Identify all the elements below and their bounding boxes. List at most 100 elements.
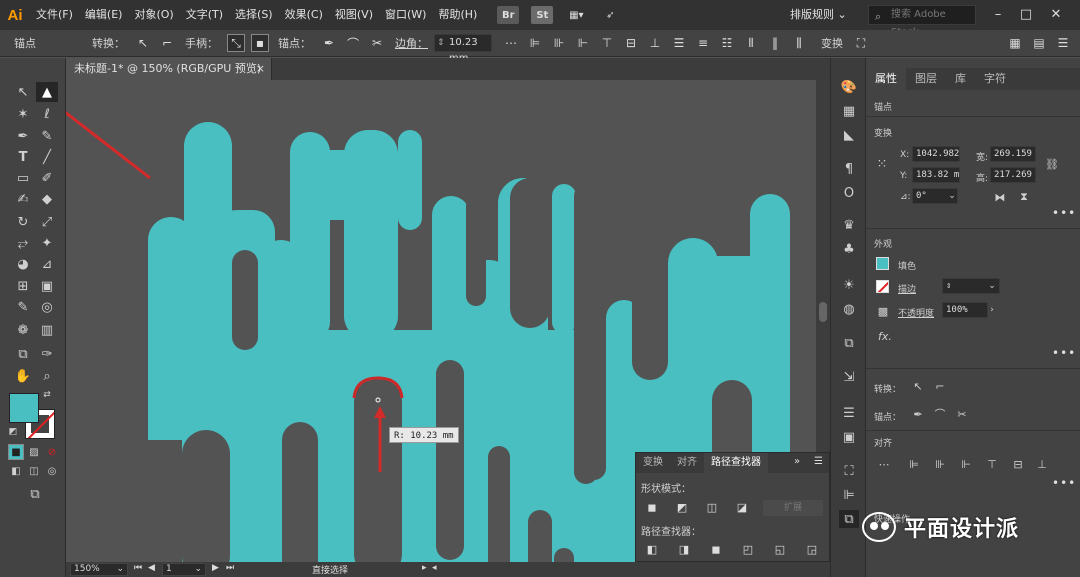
gradient-tool-icon[interactable]: ▣ bbox=[36, 276, 58, 296]
paintbrush-tool-icon[interactable]: ✐ bbox=[36, 168, 58, 188]
next-artboard-icon[interactable]: ▶ bbox=[212, 563, 219, 573]
distribute-hcenter-icon[interactable]: ‖ bbox=[766, 34, 784, 52]
intersect-icon[interactable]: ◫ bbox=[704, 499, 720, 515]
distribute-vcenter-icon[interactable]: ≡ bbox=[694, 34, 712, 52]
stepper-icon[interactable]: ⇕ bbox=[437, 35, 445, 51]
status-menu-icon[interactable]: ▸ bbox=[422, 563, 427, 573]
close-document-icon[interactable]: × bbox=[256, 58, 265, 80]
align-hcenter-icon[interactable]: ⊪ bbox=[932, 456, 948, 472]
swatches-panel-icon[interactable]: ▦ bbox=[839, 102, 859, 120]
perspective-grid-tool-icon[interactable]: ⊿ bbox=[36, 254, 58, 274]
shape-builder-tool-icon[interactable]: ◕ bbox=[12, 254, 34, 274]
scroll-left-icon[interactable]: ◂ bbox=[432, 563, 437, 573]
stroke-panel-icon[interactable]: ☰ bbox=[839, 404, 859, 422]
trim-icon[interactable]: ◨ bbox=[676, 541, 692, 557]
artboard-tool-icon[interactable]: ⧉ bbox=[12, 344, 34, 364]
distribute-top-icon[interactable]: ☰ bbox=[670, 34, 688, 52]
align-vcenter-icon[interactable]: ⊟ bbox=[622, 34, 640, 52]
swap-fill-stroke-icon[interactable]: ⇄ bbox=[40, 388, 54, 402]
menu-window[interactable]: 窗口(W) bbox=[379, 0, 432, 30]
menu-file[interactable]: 文件(F) bbox=[30, 0, 79, 30]
align-panel-icon[interactable]: ⊫ bbox=[839, 486, 859, 504]
close-window-icon[interactable]: ✕ bbox=[1046, 5, 1066, 25]
flip-horizontal-icon[interactable]: ⧓ bbox=[992, 189, 1008, 205]
opacity-input[interactable]: 100% bbox=[942, 302, 988, 318]
curvature-tool-icon[interactable]: ✎ bbox=[36, 126, 58, 146]
magic-wand-tool-icon[interactable]: ✶ bbox=[12, 104, 34, 124]
maximize-icon[interactable]: □ bbox=[1016, 5, 1036, 25]
align-hcenter-icon[interactable]: ⊪ bbox=[550, 34, 568, 52]
draw-behind-icon[interactable]: ◫ bbox=[26, 463, 42, 479]
corner-radius-input[interactable]: ⇕10.23 mm bbox=[434, 34, 492, 64]
divide-icon[interactable]: ◧ bbox=[644, 541, 660, 557]
color-guide-icon[interactable]: ◣ bbox=[839, 126, 859, 144]
crop-icon[interactable]: ◰ bbox=[740, 541, 756, 557]
eyedropper-tool-icon[interactable]: ✎ bbox=[12, 297, 34, 317]
distribute-right-icon[interactable]: ⫼ bbox=[790, 34, 808, 52]
control-menu-icon[interactable]: ☰ bbox=[1054, 34, 1072, 52]
arrange-icon[interactable]: ▦ bbox=[1006, 34, 1024, 52]
width-input[interactable]: 269.159 bbox=[990, 146, 1036, 162]
isolate-icon[interactable]: ✂ bbox=[368, 34, 386, 52]
prev-artboard-icon[interactable]: ◀ bbox=[148, 563, 155, 573]
gradient-mode-icon[interactable]: ▨ bbox=[26, 444, 42, 460]
fx-button[interactable]: fx. bbox=[878, 330, 892, 343]
menu-view[interactable]: 视图(V) bbox=[329, 0, 379, 30]
align-left-icon[interactable]: ⊫ bbox=[526, 34, 544, 52]
artboard-select[interactable]: 1 ⌄ bbox=[162, 563, 206, 576]
flip-vertical-icon[interactable]: ⧗ bbox=[1016, 189, 1032, 205]
distribute-bottom-icon[interactable]: ☷ bbox=[718, 34, 736, 52]
more-options-icon[interactable]: ••• bbox=[1052, 206, 1076, 220]
gpu-rocket-icon[interactable]: ➶ bbox=[599, 6, 621, 24]
fill-swatch[interactable] bbox=[876, 257, 889, 270]
minimize-icon[interactable]: – bbox=[988, 5, 1008, 25]
align-top-icon[interactable]: ⊤ bbox=[598, 34, 616, 52]
convert-smooth-icon[interactable]: ⌐ bbox=[158, 34, 176, 52]
fill-color-swatch[interactable] bbox=[9, 393, 39, 423]
symbol-sprayer-tool-icon[interactable]: ❁ bbox=[12, 320, 34, 340]
paragraph-panel-icon[interactable]: ¶ bbox=[839, 160, 859, 178]
distribute-left-icon[interactable]: ⦀ bbox=[742, 34, 760, 52]
menu-object[interactable]: 对象(O) bbox=[128, 0, 179, 30]
workspace-switcher[interactable]: 排版规则 ⌄ bbox=[786, 5, 851, 25]
pen-tool-icon[interactable]: ✒ bbox=[12, 126, 34, 146]
rectangle-tool-icon[interactable]: ▭ bbox=[12, 168, 34, 188]
merge-icon[interactable]: ◼ bbox=[708, 541, 724, 557]
transform-panel-icon[interactable]: ⛶ bbox=[839, 462, 859, 480]
panel-toggle-icon[interactable]: ▤ bbox=[1030, 34, 1048, 52]
zoom-tool-icon[interactable]: ⌕ bbox=[36, 366, 58, 386]
control-corner-label[interactable]: 边角： bbox=[389, 35, 434, 51]
screen-mode-icon[interactable]: ⧉ bbox=[24, 484, 46, 504]
none-mode-icon[interactable]: ⊘ bbox=[44, 444, 60, 460]
exclude-icon[interactable]: ◪ bbox=[734, 499, 750, 515]
menu-effect[interactable]: 效果(C) bbox=[279, 0, 329, 30]
graphic-styles-icon[interactable]: ◍ bbox=[839, 300, 859, 318]
align-left-icon[interactable]: ⊫ bbox=[906, 456, 922, 472]
tab-libraries[interactable]: 库 bbox=[946, 68, 975, 90]
reference-point-icon[interactable]: ⁙ bbox=[874, 156, 890, 172]
transform-icon[interactable]: ⛶ bbox=[852, 34, 870, 52]
stock-search-input[interactable]: ⌕ 搜索 Adobe Stock bbox=[868, 5, 976, 38]
height-input[interactable]: 217.269 bbox=[990, 167, 1036, 183]
chevron-right-icon[interactable]: › bbox=[984, 302, 1000, 318]
outline-icon[interactable]: ◱ bbox=[772, 541, 788, 557]
more-options-icon[interactable]: ••• bbox=[1052, 476, 1076, 490]
cut-path-icon[interactable]: ⌒ bbox=[344, 34, 362, 52]
color-panel-icon[interactable]: 🎨 bbox=[839, 78, 859, 96]
symbols-panel-icon[interactable]: ♣ bbox=[839, 240, 859, 258]
slice-tool-icon[interactable]: ✑ bbox=[36, 344, 58, 364]
link-icon[interactable]: ⛓ bbox=[1044, 156, 1060, 172]
collapse-panel-icon[interactable]: » bbox=[794, 456, 800, 467]
hide-handles-icon[interactable]: ▪ bbox=[251, 34, 269, 52]
tab-layers[interactable]: 图层 bbox=[906, 68, 946, 90]
align-right-icon[interactable]: ⊩ bbox=[574, 34, 592, 52]
menu-select[interactable]: 选择(S) bbox=[229, 0, 279, 30]
hand-tool-icon[interactable]: ✋ bbox=[12, 366, 34, 386]
convert-corner-icon[interactable]: ↖ bbox=[134, 34, 152, 52]
panel-menu-icon[interactable]: ☰ bbox=[814, 456, 823, 467]
opentype-panel-icon[interactable]: O bbox=[839, 184, 859, 202]
width-tool-icon[interactable]: ⥂ bbox=[12, 233, 34, 253]
select-similar-icon[interactable]: ⋯ bbox=[502, 34, 520, 52]
menu-type[interactable]: 文字(T) bbox=[180, 0, 229, 30]
first-artboard-icon[interactable]: ⏮ bbox=[134, 563, 142, 573]
